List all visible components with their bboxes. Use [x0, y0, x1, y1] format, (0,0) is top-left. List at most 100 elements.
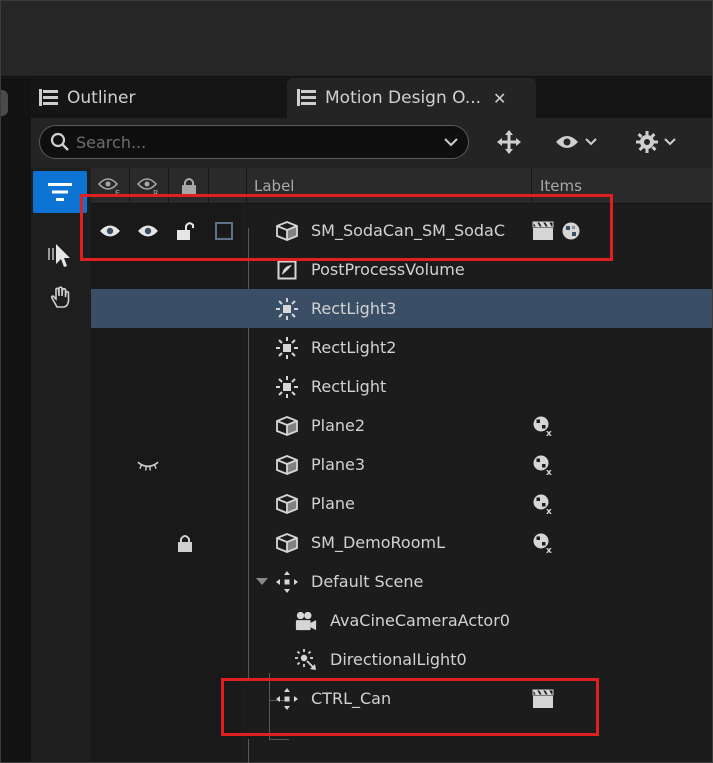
- static-mesh-icon: [276, 493, 298, 515]
- scene-move-icon: [276, 688, 298, 710]
- clapper-icon[interactable]: [532, 220, 554, 242]
- material-x-icon[interactable]: x: [532, 532, 554, 554]
- outliner-row[interactable]: Plane2 x: [91, 406, 712, 445]
- search-icon: [50, 132, 70, 152]
- row-label: RectLight2: [311, 338, 397, 357]
- settings-dropdown-button[interactable]: [631, 128, 681, 156]
- material-x-icon[interactable]: x: [532, 454, 554, 476]
- outliner-row[interactable]: Default Scene: [91, 562, 712, 601]
- eye-icon[interactable]: [99, 220, 121, 242]
- outliner-row[interactable]: RectLight3: [91, 289, 712, 328]
- row-label: CTRL_Can: [311, 689, 392, 708]
- row-label: Default Scene: [311, 572, 424, 591]
- tab-outliner-label: Outliner: [67, 88, 136, 108]
- chevron-down-icon: [664, 138, 676, 146]
- tab-bar: Outliner Motion Design O... ✕: [31, 78, 712, 118]
- eye-icon[interactable]: [137, 220, 159, 242]
- directional-light-icon: [295, 649, 317, 671]
- outliner-icon: [297, 89, 317, 107]
- camera-icon: [295, 610, 317, 632]
- header-label-text: Label: [254, 177, 295, 195]
- filter-icon: [48, 183, 72, 201]
- outliner-row[interactable]: SM_DemoRoomLx: [91, 523, 712, 562]
- outliner-row[interactable]: Plane3 x: [91, 445, 712, 484]
- rect-light-icon: [276, 298, 298, 320]
- row-label: PostProcessVolume: [311, 260, 465, 279]
- rect-light-icon: [276, 337, 298, 359]
- row-label: SM_DemoRoomL: [311, 533, 445, 552]
- rect-light-icon: [276, 376, 298, 398]
- static-mesh-icon: [276, 415, 298, 437]
- lock-icon: [181, 178, 196, 195]
- hand-drag-icon[interactable]: [49, 286, 73, 310]
- expand-arrow-icon[interactable]: [255, 571, 269, 593]
- gear-icon: [636, 131, 658, 153]
- checkbox[interactable]: [213, 220, 235, 242]
- editor-top-area: [1, 1, 712, 77]
- chevron-down-icon[interactable]: [444, 137, 458, 147]
- column-header: E R Label Items: [91, 168, 712, 204]
- side-toolbar: [31, 168, 91, 762]
- toolbar: [31, 118, 712, 168]
- lock-icon[interactable]: [174, 532, 196, 554]
- visibility-dropdown-button[interactable]: [551, 128, 601, 156]
- material-icon[interactable]: [560, 220, 582, 242]
- svg-text:x: x: [546, 546, 552, 554]
- add-actor-move-button[interactable]: [489, 128, 529, 156]
- material-x-icon[interactable]: x: [532, 415, 554, 437]
- unlock-icon[interactable]: [175, 220, 197, 242]
- row-label: SM_SodaCan_SM_SodaC: [311, 221, 506, 240]
- svg-text:E: E: [115, 189, 120, 197]
- static-mesh-icon: [276, 454, 298, 476]
- clapper-icon[interactable]: [532, 688, 554, 710]
- search-box: [39, 125, 469, 159]
- outliner-row[interactable]: RectLight2: [91, 328, 712, 367]
- post-process-icon: [276, 259, 298, 281]
- header-visibility-column[interactable]: E: [91, 168, 130, 204]
- row-label: DirectionalLight0: [330, 650, 467, 669]
- outliner-row[interactable]: RectLight: [91, 367, 712, 406]
- outliner-row[interactable]: AvaCineCameraActor0: [91, 601, 712, 640]
- outliner-row[interactable]: DirectionalLight0: [91, 640, 712, 679]
- row-label: RectLight: [311, 377, 387, 396]
- header-items-column[interactable]: Items: [532, 168, 712, 204]
- eye-icon: [556, 136, 578, 148]
- static-mesh-icon: [276, 220, 298, 242]
- dock-tab-stub[interactable]: [1, 90, 8, 116]
- tree-line: [269, 739, 289, 740]
- move-arrows-icon: [497, 130, 521, 154]
- eye-editor-icon: E: [98, 178, 120, 197]
- close-icon[interactable]: ✕: [493, 89, 506, 108]
- header-label-column[interactable]: Label: [247, 168, 532, 204]
- svg-text:x: x: [546, 468, 552, 476]
- tab-motion-design-outliner[interactable]: Motion Design O... ✕: [287, 78, 536, 118]
- eye-closed-icon[interactable]: [137, 454, 159, 476]
- filter-button[interactable]: [33, 171, 87, 213]
- tab-outliner[interactable]: Outliner: [39, 78, 289, 118]
- row-label: RectLight3: [311, 299, 397, 318]
- row-label: AvaCineCameraActor0: [330, 611, 510, 630]
- header-lock-column[interactable]: [169, 168, 209, 204]
- search-input[interactable]: [70, 127, 444, 157]
- outliner-row[interactable]: Plane x: [91, 484, 712, 523]
- tree-line: [248, 739, 249, 763]
- svg-text:R: R: [153, 189, 159, 197]
- scene-move-icon: [276, 571, 298, 593]
- eye-render-icon: R: [137, 178, 159, 197]
- material-x-icon[interactable]: x: [532, 493, 554, 515]
- header-render-visibility-column[interactable]: R: [130, 168, 169, 204]
- outliner-row[interactable]: SM_SodaCan_SM_SodaC: [91, 211, 712, 250]
- header-spacer-column: [209, 168, 247, 204]
- svg-text:x: x: [546, 507, 552, 515]
- chevron-down-icon: [585, 138, 597, 146]
- tab-motion-design-label: Motion Design O...: [325, 88, 482, 108]
- outliner-row[interactable]: PostProcessVolume: [91, 250, 712, 289]
- outliner-icon: [39, 89, 59, 107]
- left-dock-edge: [1, 78, 31, 762]
- header-items-text: Items: [540, 177, 582, 195]
- row-label: Plane3: [311, 455, 366, 474]
- select-mode-cursor-icon[interactable]: [47, 242, 73, 270]
- outliner-row[interactable]: CTRL_Can: [91, 679, 712, 718]
- static-mesh-icon: [276, 532, 298, 554]
- row-label: Plane2: [311, 416, 366, 435]
